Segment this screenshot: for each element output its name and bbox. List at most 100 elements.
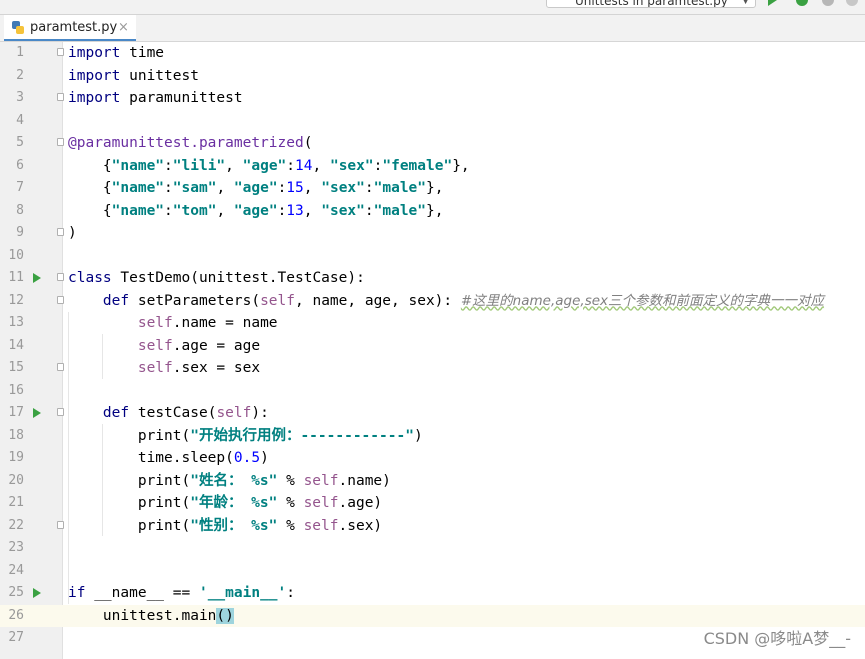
line-number[interactable]: 22 xyxy=(0,515,24,537)
code-token: : xyxy=(364,180,374,196)
code-line[interactable]: 12 def setParameters(self, name, age, se… xyxy=(0,290,865,313)
code-editor[interactable]: 1 import time 2 import unittest 3 import para… xyxy=(0,42,865,659)
code-token: % xyxy=(277,472,304,489)
line-number[interactable]: 5 xyxy=(0,132,24,154)
code-token: print( xyxy=(68,517,191,534)
code-line[interactable]: 4 xyxy=(0,110,865,133)
line-number[interactable]: 15 xyxy=(0,357,24,379)
code-line[interactable]: 14 self.age = age xyxy=(0,335,865,358)
code-line[interactable]: 2 import unittest xyxy=(0,65,865,88)
line-number[interactable]: 18 xyxy=(0,425,24,447)
line-number[interactable]: 12 xyxy=(0,290,24,312)
line-number[interactable]: 2 xyxy=(0,65,24,87)
code-line[interactable]: 20 print("姓名： %s" % self.name) xyxy=(0,470,865,493)
line-number[interactable]: 21 xyxy=(0,492,24,514)
fold-marker-icon[interactable] xyxy=(57,138,64,146)
code-line[interactable]: 5 @paramunittest.parametrized( xyxy=(0,132,865,155)
line-number[interactable]: 6 xyxy=(0,155,24,177)
code-token: 13 xyxy=(286,202,304,219)
code-token: , xyxy=(303,202,322,219)
code-line[interactable]: 7 {"name":"sam", "age":15, "sex":"male"}… xyxy=(0,177,865,200)
code-text: import time xyxy=(68,42,164,64)
line-number[interactable]: 17 xyxy=(0,402,24,424)
run-gutter-icon[interactable] xyxy=(33,408,41,418)
code-line[interactable]: 17 def testCase(self): xyxy=(0,402,865,425)
line-number[interactable]: 19 xyxy=(0,447,24,469)
tab-paramtest[interactable]: paramtest.py × xyxy=(4,15,136,41)
code-line[interactable]: 21 print("年龄： %s" % self.age) xyxy=(0,492,865,515)
fold-marker-icon[interactable] xyxy=(57,295,64,304)
fold-marker-icon[interactable] xyxy=(57,408,64,416)
code-token: "tom" xyxy=(172,202,217,219)
close-icon[interactable]: × xyxy=(118,15,129,40)
code-line[interactable]: 8 {"name":"tom", "age":13, "sex":"male"}… xyxy=(0,200,865,223)
line-number[interactable]: 7 xyxy=(0,177,24,199)
code-token: , name, age, sex): xyxy=(295,292,461,309)
run-icon[interactable] xyxy=(768,0,777,6)
code-text: {"name":"tom", "age":13, "sex":"male"}, xyxy=(68,200,444,222)
coverage-icon[interactable] xyxy=(822,0,834,6)
line-number[interactable]: 11 xyxy=(0,267,24,289)
code-text: import paramunittest xyxy=(68,87,243,109)
code-line[interactable]: 18 print("开始执行用例：------------") xyxy=(0,425,865,448)
code-token: , xyxy=(312,157,330,174)
fold-marker-icon[interactable] xyxy=(57,363,64,371)
code-line[interactable]: 22 print("性别： %s" % self.sex) xyxy=(0,515,865,538)
code-line[interactable]: 6 {"name":"lili", "age":14, "sex":"femal… xyxy=(0,155,865,178)
line-number[interactable]: 3 xyxy=(0,87,24,109)
line-number[interactable]: 27 xyxy=(0,627,24,649)
line-number[interactable]: 9 xyxy=(0,222,24,244)
profile-icon[interactable] xyxy=(846,0,858,6)
code-line[interactable]: 1 import time xyxy=(0,42,865,65)
code-line[interactable]: 16 xyxy=(0,380,865,403)
line-number[interactable]: 14 xyxy=(0,335,24,357)
code-token: , xyxy=(216,180,234,196)
line-number[interactable]: 26 xyxy=(0,605,24,627)
line-number[interactable]: 1 xyxy=(0,42,24,64)
code-line[interactable]: 25 if __name__ == '__main__': xyxy=(0,582,865,605)
line-number[interactable]: 10 xyxy=(0,245,24,267)
fold-marker-icon[interactable] xyxy=(57,93,64,101)
fold-marker-icon[interactable] xyxy=(57,520,64,529)
code-line[interactable]: 26 unittest.main() xyxy=(0,604,865,627)
line-number[interactable]: 13 xyxy=(0,312,24,334)
code-token: "sex" xyxy=(321,202,365,219)
code-token: "age" xyxy=(233,180,278,196)
fold-marker-icon[interactable] xyxy=(57,48,64,56)
line-number[interactable]: 23 xyxy=(0,537,24,559)
line-number[interactable]: 25 xyxy=(0,582,24,604)
debug-icon[interactable] xyxy=(796,0,808,6)
code-text: def setParameters(self, name, age, sex):… xyxy=(68,290,824,312)
code-line[interactable]: 15 self.sex = sex xyxy=(0,357,865,380)
code-token: "年龄： %s" xyxy=(190,495,278,511)
code-token: unittest xyxy=(120,67,199,84)
code-token: setParameters( xyxy=(129,292,261,309)
run-gutter-icon[interactable] xyxy=(33,588,41,598)
code-token: , xyxy=(216,202,234,219)
code-line[interactable]: 24 xyxy=(0,560,865,583)
code-token: : xyxy=(286,157,296,174)
run-configuration-selector[interactable]: Unittests in paramtest.py ▼ xyxy=(546,0,756,8)
code-line[interactable]: 11 class TestDemo(unittest.TestCase): xyxy=(0,267,865,290)
fold-marker-icon[interactable] xyxy=(57,273,64,281)
code-text: print("年龄： %s" % self.age) xyxy=(68,492,382,514)
code-line[interactable]: 10 xyxy=(0,245,865,268)
code-token: "sam" xyxy=(172,180,217,196)
code-line[interactable]: 13 self.name = name xyxy=(0,312,865,335)
fold-marker-icon[interactable] xyxy=(57,228,64,236)
line-number[interactable]: 8 xyxy=(0,200,24,222)
code-token: if xyxy=(68,585,86,601)
code-token: }, xyxy=(426,202,444,219)
code-text: class TestDemo(unittest.TestCase): xyxy=(68,267,365,289)
code-token: "sex" xyxy=(321,180,365,196)
line-number[interactable]: 4 xyxy=(0,110,24,132)
line-number[interactable]: 16 xyxy=(0,380,24,402)
code-token: .sex = sex xyxy=(172,360,261,376)
code-line[interactable]: 9) xyxy=(0,222,865,245)
code-line[interactable]: 19 time.sleep(0.5) xyxy=(0,447,865,470)
run-gutter-icon[interactable] xyxy=(33,273,41,283)
line-number[interactable]: 20 xyxy=(0,470,24,492)
code-line[interactable]: 23 xyxy=(0,537,865,560)
line-number[interactable]: 24 xyxy=(0,560,24,582)
code-line[interactable]: 3 import paramunittest xyxy=(0,87,865,110)
